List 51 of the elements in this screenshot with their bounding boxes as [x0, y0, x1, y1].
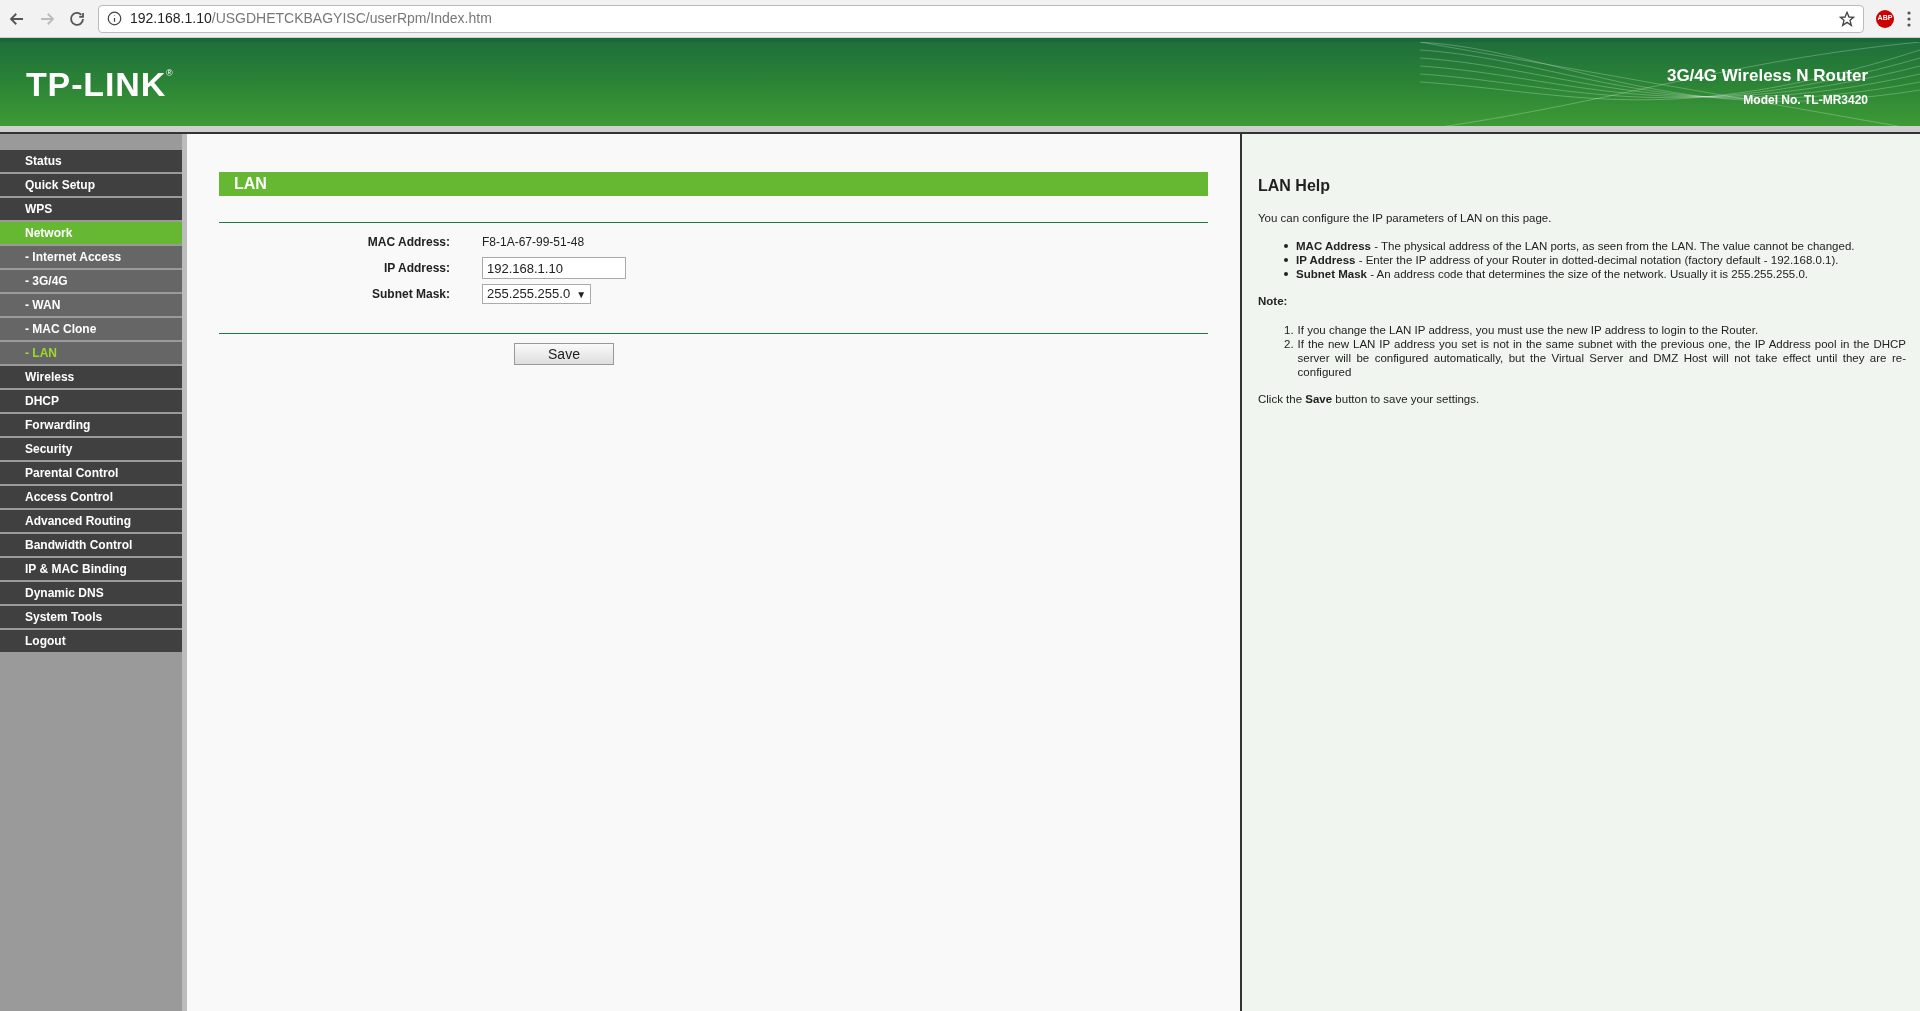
note-text: If the new LAN IP address you set is not in the same subnet with the previous one, the IP Address pool in the DHCP server will be configured automatically, but the Virtual Server and DMZ Host will not take effect until they are re-configured — [1297, 336, 1906, 379]
sidebar-item[interactable]: Wireless — [0, 366, 182, 388]
field-label: IP Address: — [382, 260, 451, 277]
save-button[interactable]: Save — [514, 343, 614, 365]
sidebar-item[interactable]: System Tools — [0, 606, 182, 628]
help-bullet-text: IP Address - Enter the IP address of your Router in dotted-decimal notation (factory default - 192.168.0.1). — [1296, 253, 1839, 268]
reload-icon[interactable] — [68, 9, 86, 28]
bullet-icon — [1284, 258, 1288, 263]
model-number: Model No. TL-MR3420 — [1743, 91, 1868, 109]
section-title: LAN — [219, 172, 1208, 196]
field-label: MAC Address: — [366, 234, 451, 251]
note-number: 2. — [1284, 336, 1294, 352]
logo: TP-LINK — [26, 63, 167, 105]
sidebar-item[interactable]: Logout — [0, 630, 182, 652]
sidebar-item[interactable]: Dynamic DNS — [0, 582, 182, 604]
note-text: If you change the LAN IP address, you must use the new IP address to login to the Router. — [1297, 322, 1759, 337]
sidebar-item[interactable]: Status — [0, 150, 182, 172]
sidebar-item[interactable]: Bandwidth Control — [0, 534, 182, 556]
ip-address-field[interactable]: 192.168.1.10 — [482, 257, 626, 279]
sidebar-item[interactable]: WPS — [0, 198, 182, 220]
sidebar-item[interactable]: - MAC Clone — [0, 318, 182, 340]
sidebar-item[interactable]: - WAN — [0, 294, 182, 316]
sidebar-item[interactable]: Forwarding — [0, 414, 182, 436]
product-name: 3G/4G Wireless N Router — [1666, 65, 1868, 88]
bullet-icon — [1284, 244, 1288, 249]
star-icon[interactable] — [1839, 10, 1855, 27]
menu-icon[interactable] — [1906, 10, 1912, 27]
info-icon — [107, 11, 122, 26]
sidebar-item[interactable]: IP & MAC Binding — [0, 558, 182, 580]
url-text: 192.168.1.10/USGDHETCKBAGYISC/userRpm/Index.htm — [130, 9, 492, 28]
subnet-mask-select[interactable]: 255.255.255.0 ▼ — [482, 284, 592, 304]
sidebar-item[interactable]: Parental Control — [0, 462, 182, 484]
field-label: Subnet Mask: — [371, 286, 451, 303]
help-intro: You can configure the IP parameters of LAN on this page. — [1258, 211, 1553, 226]
sidebar-item[interactable]: Advanced Routing — [0, 510, 182, 532]
help-bullet-text: Subnet Mask - An address code that determines the size of the network. Usually it is 255.255.255.0. — [1296, 267, 1809, 282]
help-footer: Click the Save button to save your settings. — [1258, 390, 1906, 408]
help-bullet-text: MAC Address - The physical address of the LAN ports, as seen from the LAN. The value cannot be changed. — [1296, 239, 1855, 254]
sidebar-item[interactable]: - Internet Access — [0, 246, 182, 268]
note-number: 1. — [1284, 322, 1294, 337]
sidebar-item[interactable]: - 3G/4G — [0, 270, 182, 292]
sidebar-item[interactable]: Quick Setup — [0, 174, 182, 196]
sidebar-item[interactable]: DHCP — [0, 390, 182, 412]
registered-mark: ® — [166, 66, 173, 78]
mac-address-value: F8-1A-67-99-51-48 — [482, 234, 585, 251]
address-bar[interactable]: 192.168.1.10/USGDHETCKBAGYISC/userRpm/Index.htm — [98, 4, 1864, 33]
sidebar-item[interactable]: Security — [0, 438, 182, 460]
help-title: LAN Help — [1258, 176, 1331, 196]
note-title: Note: — [1258, 294, 1289, 310]
sidebar-item[interactable]: Access Control — [0, 486, 182, 508]
bullet-icon — [1284, 272, 1288, 277]
